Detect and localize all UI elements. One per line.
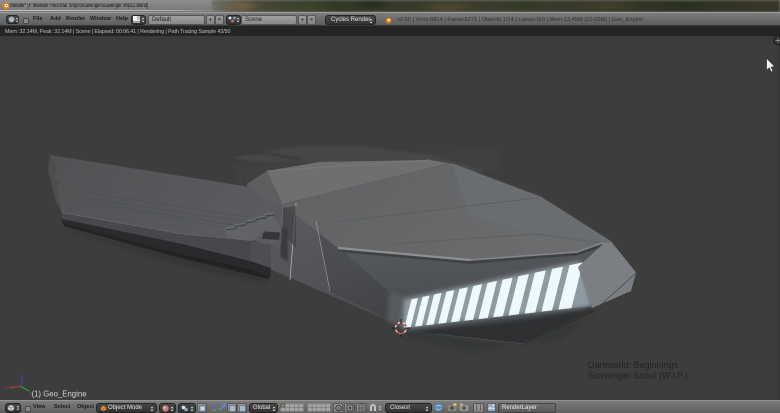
svg-text:Darkworld: Beginnings: Darkworld: Beginnings	[588, 360, 679, 370]
svg-text:(1) Geo_Engine: (1) Geo_Engine	[32, 390, 87, 399]
svg-text:Scavenger Scout (W.I.P.): Scavenger Scout (W.I.P.)	[588, 371, 688, 381]
